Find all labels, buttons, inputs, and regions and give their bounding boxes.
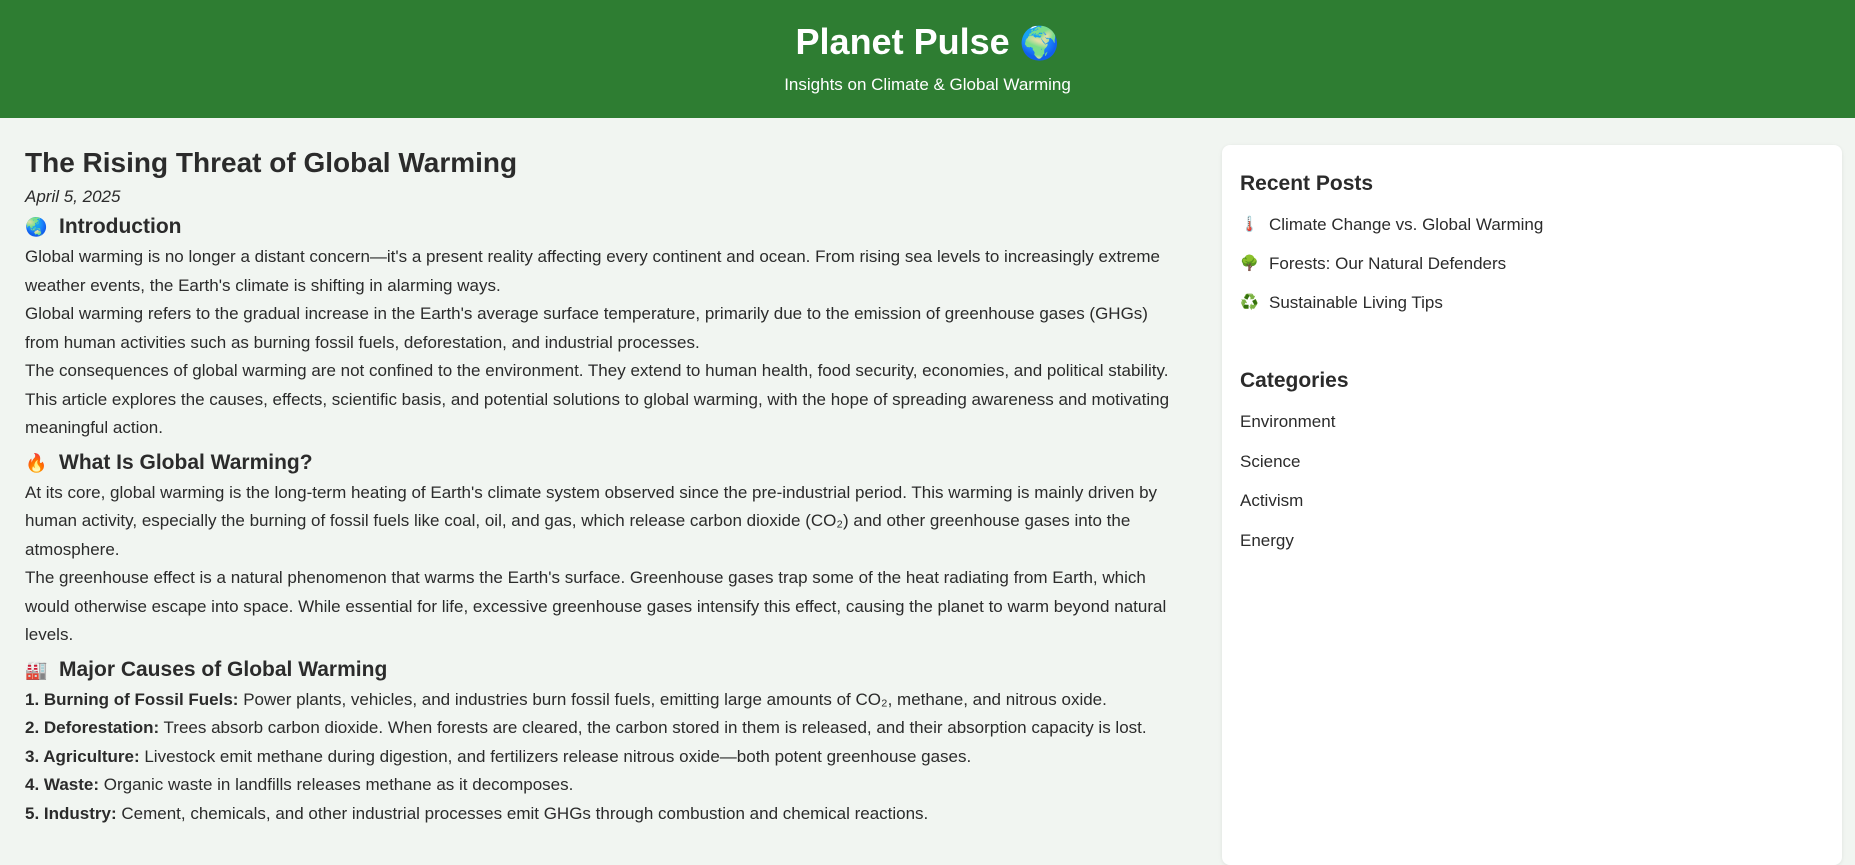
section-heading-text: What Is Global Warming? xyxy=(59,450,313,474)
cause-label: 4. Waste: xyxy=(25,775,100,794)
paragraph: Global warming is no longer a distant co… xyxy=(25,247,1160,295)
cause-text: Power plants, vehicles, and industries b… xyxy=(238,689,1107,709)
section-heading-text: Introduction xyxy=(59,215,182,238)
globe-icon: 🌍 xyxy=(1019,25,1060,61)
factory-icon: 🏭 xyxy=(25,659,48,680)
cause-item: 1. Burning of Fossil Fuels: Power plants… xyxy=(25,686,1200,715)
category-link[interactable]: Activism xyxy=(1240,481,1824,521)
site-title-text: Planet Pulse xyxy=(795,21,1010,62)
cause-label: 5. Industry: xyxy=(25,803,117,823)
section-heading-introduction: 🌏 Introduction xyxy=(25,213,1200,241)
tree-icon: 🌳 xyxy=(1240,255,1259,272)
recycle-icon: ♻️ xyxy=(1240,294,1259,311)
site-tagline: Insights on Climate & Global Warming xyxy=(784,75,1071,94)
categories-heading: Categories xyxy=(1240,369,1349,392)
cause-label: 1. Burning of Fossil Fuels: xyxy=(25,689,239,709)
paragraph: The greenhouse effect is a natural pheno… xyxy=(25,568,1167,644)
cause-item: 2. Deforestation: Trees absorb carbon di… xyxy=(25,714,1200,743)
paragraph: The consequences of global warming are n… xyxy=(25,361,1170,437)
recent-post-link[interactable]: 🌳 Forests: Our Natural Defenders xyxy=(1240,244,1824,283)
fire-icon: 🔥 xyxy=(25,452,48,473)
recent-post-link[interactable]: ♻️ Sustainable Living Tips xyxy=(1240,283,1824,322)
article-title: The Rising Threat of Global Warming xyxy=(25,147,518,178)
recent-post-label: Sustainable Living Tips xyxy=(1269,293,1443,312)
category-link[interactable]: Science xyxy=(1240,442,1824,482)
article: The Rising Threat of Global Warming Apri… xyxy=(0,118,1200,828)
cause-item: 3. Agriculture: Livestock emit methane d… xyxy=(25,743,1200,772)
section-heading-text: Major Causes of Global Warming xyxy=(59,657,388,681)
category-link[interactable]: Energy xyxy=(1240,521,1824,561)
recent-post-label: Climate Change vs. Global Warming xyxy=(1269,215,1544,234)
paragraph: At its core, global warming is the long-… xyxy=(25,482,1158,559)
section-heading-what-is: 🔥 What Is Global Warming? xyxy=(25,449,1200,477)
recent-post-label: Forests: Our Natural Defenders xyxy=(1269,254,1507,273)
article-date: April 5, 2025 xyxy=(25,187,121,206)
category-link[interactable]: Environment xyxy=(1240,402,1824,442)
cause-label: 3. Agriculture: xyxy=(25,746,140,766)
site-header: Planet Pulse 🌍 Insights on Climate & Glob… xyxy=(0,0,1855,118)
earth-icon: 🌏 xyxy=(25,217,48,237)
sidebar: Recent Posts 🌡️ Climate Change vs. Globa… xyxy=(1222,145,1842,865)
cause-item: 5. Industry: Cement, chemicals, and othe… xyxy=(25,800,1200,829)
cause-item: 4. Waste: Organic waste in landfills rel… xyxy=(25,771,1200,800)
cause-label: 2. Deforestation: xyxy=(25,718,160,737)
thermometer-icon: 🌡️ xyxy=(1240,216,1259,233)
cause-text: Organic waste in landfills releases meth… xyxy=(99,775,574,794)
recent-posts-heading: Recent Posts xyxy=(1240,172,1374,195)
cause-text: Livestock emit methane during digestion,… xyxy=(139,746,972,766)
cause-text: Cement, chemicals, and other industrial … xyxy=(116,803,929,823)
page-layout: The Rising Threat of Global Warming Apri… xyxy=(0,118,1855,865)
section-heading-causes: 🏭 Major Causes of Global Warming xyxy=(25,656,1200,684)
site-title: Planet Pulse 🌍 xyxy=(0,20,1855,65)
cause-text: Trees absorb carbon dioxide. When forest… xyxy=(159,718,1147,737)
paragraph: Global warming refers to the gradual inc… xyxy=(25,304,1148,352)
recent-post-link[interactable]: 🌡️ Climate Change vs. Global Warming xyxy=(1240,205,1824,244)
